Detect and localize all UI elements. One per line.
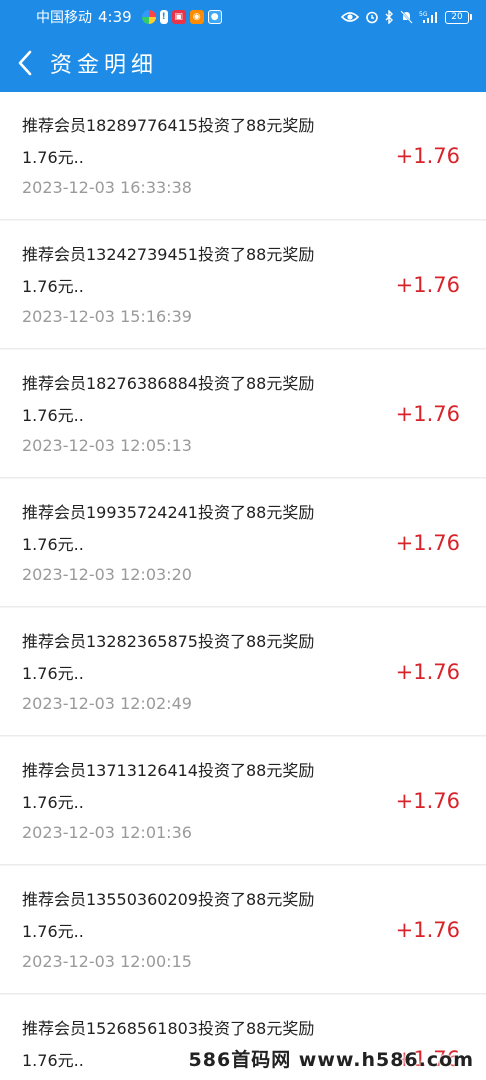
blue-app-icon: ● bbox=[207, 10, 222, 24]
record-timestamp: 2023-12-03 12:01:36 bbox=[22, 823, 192, 842]
record-timestamp: 2023-12-03 12:02:49 bbox=[22, 694, 192, 713]
back-button[interactable] bbox=[2, 34, 48, 92]
bluetooth-icon bbox=[385, 10, 394, 24]
record-description: 推荐会员15268561803投资了88元奖励 bbox=[22, 1019, 315, 1038]
svg-text:5G: 5G bbox=[419, 11, 428, 18]
weibo-icon: ◉ bbox=[189, 10, 204, 24]
record-description-cont: 1.76元.. bbox=[22, 922, 84, 941]
record-description-cont: 1.76元.. bbox=[22, 148, 84, 167]
record-timestamp: 2023-12-03 12:03:20 bbox=[22, 565, 192, 584]
record-timestamp: 2023-12-03 15:16:39 bbox=[22, 307, 192, 326]
record-description-cont: 1.76元.. bbox=[22, 793, 84, 812]
record-amount: +1.76 bbox=[395, 144, 460, 168]
battery-icon: 20 bbox=[445, 10, 472, 24]
watermark: 586首码网 www.h586.com bbox=[188, 1049, 474, 1071]
chevron-left-icon bbox=[18, 50, 32, 76]
alarm-icon bbox=[365, 10, 379, 24]
red-app-icon: ▣ bbox=[171, 10, 186, 24]
list-item[interactable]: 推荐会员13282365875投资了88元奖励 1.76元.. 2023-12-… bbox=[0, 608, 486, 736]
record-description: 推荐会员13713126414投资了88元奖励 bbox=[22, 761, 315, 780]
record-amount: +1.76 bbox=[395, 273, 460, 297]
list-item[interactable]: 推荐会员13550360209投资了88元奖励 1.76元.. 2023-12-… bbox=[0, 866, 486, 994]
carrier-name: 中国移动 bbox=[36, 10, 92, 26]
transaction-list[interactable]: 推荐会员18289776415投资了88元奖励 1.76元.. 2023-12-… bbox=[0, 92, 486, 1080]
record-description: 推荐会员13550360209投资了88元奖励 bbox=[22, 890, 315, 909]
record-description: 推荐会员18276386884投资了88元奖励 bbox=[22, 374, 315, 393]
status-right: 5G 20 bbox=[341, 10, 472, 24]
record-amount: +1.76 bbox=[395, 531, 460, 555]
mute-bell-icon bbox=[400, 10, 413, 24]
eye-icon bbox=[341, 11, 359, 23]
page-title: 资金明细 bbox=[50, 53, 159, 78]
status-bar: 中国移动 4:39 ! ▣ ◉ ● 5G 20 bbox=[0, 0, 486, 34]
record-amount: +1.76 bbox=[395, 660, 460, 684]
record-description-cont: 1.76元.. bbox=[22, 535, 84, 554]
clock: 4:39 bbox=[98, 8, 132, 26]
app-screen: 中国移动 4:39 ! ▣ ◉ ● 5G 20 资金明细 推荐会员1828977… bbox=[0, 0, 486, 1080]
record-timestamp: 2023-12-03 12:05:13 bbox=[22, 436, 192, 455]
header-bar: 资金明细 bbox=[0, 34, 486, 92]
record-timestamp: 2023-12-03 16:33:38 bbox=[22, 178, 192, 197]
record-description: 推荐会员13242739451投资了88元奖励 bbox=[22, 245, 315, 264]
record-description: 推荐会员18289776415投资了88元奖励 bbox=[22, 116, 315, 135]
list-item[interactable]: 推荐会员19935724241投资了88元奖励 1.76元.. 2023-12-… bbox=[0, 479, 486, 607]
list-item[interactable]: 推荐会员18289776415投资了88元奖励 1.76元.. 2023-12-… bbox=[0, 92, 486, 220]
record-description-cont: 1.76元.. bbox=[22, 1051, 84, 1070]
record-description-cont: 1.76元.. bbox=[22, 406, 84, 425]
signal-5g-icon: 5G bbox=[419, 10, 439, 24]
notification-icons: ! ▣ ◉ ● bbox=[141, 10, 222, 24]
list-item[interactable]: 推荐会员18276386884投资了88元奖励 1.76元.. 2023-12-… bbox=[0, 350, 486, 478]
record-description-cont: 1.76元.. bbox=[22, 277, 84, 296]
record-amount: +1.76 bbox=[395, 402, 460, 426]
colorful-app-icon bbox=[141, 10, 156, 24]
record-amount: +1.76 bbox=[395, 918, 460, 942]
list-item[interactable]: 推荐会员13713126414投资了88元奖励 1.76元.. 2023-12-… bbox=[0, 737, 486, 865]
record-description-cont: 1.76元.. bbox=[22, 664, 84, 683]
list-item[interactable]: 推荐会员13242739451投资了88元奖励 1.76元.. 2023-12-… bbox=[0, 221, 486, 349]
battery-level: 20 bbox=[445, 10, 469, 24]
record-timestamp: 2023-12-03 12:00:15 bbox=[22, 952, 192, 971]
record-amount: +1.76 bbox=[395, 789, 460, 813]
status-left: 中国移动 4:39 ! ▣ ◉ ● bbox=[36, 7, 222, 27]
record-description: 推荐会员19935724241投资了88元奖励 bbox=[22, 503, 315, 522]
alert-icon: ! bbox=[159, 10, 168, 24]
record-description: 推荐会员13282365875投资了88元奖励 bbox=[22, 632, 315, 651]
